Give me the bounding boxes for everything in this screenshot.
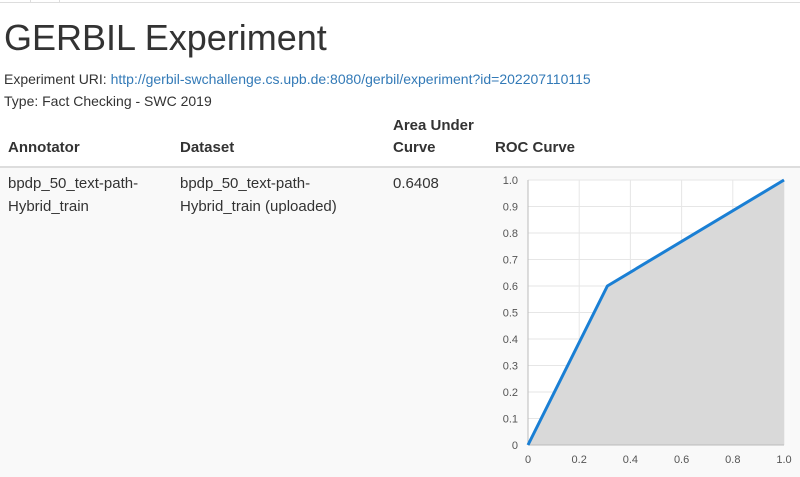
x-tick-label: 1.0 bbox=[776, 454, 791, 466]
experiment-uri-line: Experiment URI: http://gerbil-swchalleng… bbox=[4, 70, 591, 88]
y-tick-label: 0.1 bbox=[503, 414, 518, 426]
top-nav-border bbox=[0, 0, 800, 3]
header-dataset[interactable]: Dataset bbox=[180, 137, 234, 159]
cell-annotator: bpdp_50_text-path-Hybrid_train bbox=[8, 175, 139, 215]
y-tick-label: 0.8 bbox=[503, 228, 518, 240]
header-annotator[interactable]: Annotator bbox=[8, 137, 80, 159]
x-tick-label: 0.6 bbox=[674, 454, 689, 466]
x-tick-label: 0.4 bbox=[623, 454, 638, 466]
header-area-under-curve[interactable]: Area Under Curve bbox=[393, 115, 488, 159]
y-tick-label: 0.7 bbox=[503, 255, 518, 267]
y-tick-label: 0.6 bbox=[503, 281, 518, 293]
page-title: GERBIL Experiment bbox=[4, 17, 327, 58]
roc-curve-chart: 0 0.1 0.2 0.3 0.4 0.5 0.6 0.7 0.8 0.9 1.0 0 0.2 0.4 0.… bbox=[503, 175, 792, 466]
y-tick-label: 0.3 bbox=[503, 361, 518, 373]
y-tick-label: 0.2 bbox=[503, 387, 518, 399]
y-tick-label: 0.4 bbox=[503, 334, 518, 346]
header-roc-curve[interactable]: ROC Curve bbox=[495, 137, 575, 159]
x-tick-label: 0.2 bbox=[572, 454, 587, 466]
nav-tab-edge bbox=[30, 0, 60, 3]
x-tick-label: 0.8 bbox=[725, 454, 740, 466]
y-tick-label: 0.9 bbox=[503, 202, 518, 214]
experiment-type: Type: Fact Checking - SWC 2019 bbox=[4, 93, 212, 109]
cell-auc: 0.6408 bbox=[393, 175, 439, 192]
experiment-uri-link[interactable]: http://gerbil-swchallenge.cs.upb.de:8080… bbox=[111, 71, 591, 87]
y-tick-label: 0.5 bbox=[503, 308, 518, 320]
x-tick-label: 0 bbox=[525, 454, 531, 466]
y-tick-label: 0 bbox=[512, 440, 518, 452]
y-tick-label: 1.0 bbox=[503, 175, 518, 187]
cell-dataset: bpdp_50_text-path-Hybrid_train (uploaded… bbox=[180, 175, 337, 215]
results-table: Annotator Dataset Area Under Curve ROC C… bbox=[0, 112, 800, 477]
experiment-uri-label: Experiment URI: bbox=[4, 71, 107, 87]
